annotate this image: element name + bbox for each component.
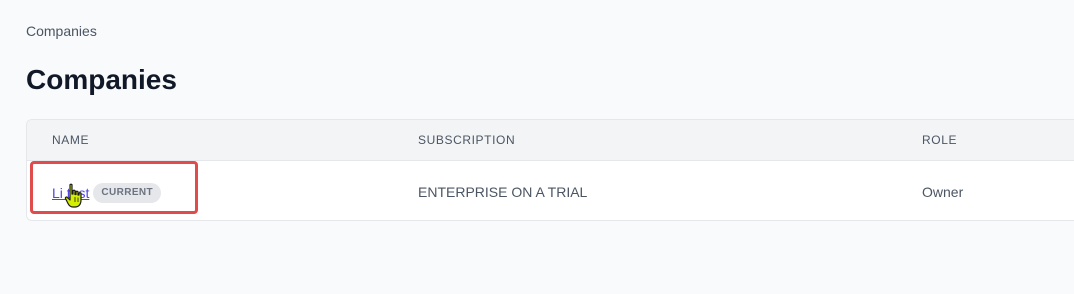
breadcrumb[interactable]: Companies [26,22,97,40]
company-link[interactable]: Li test [52,184,89,202]
table-header: NAME SUBSCRIPTION ROLE [27,120,1074,161]
page-title: Companies [26,64,177,95]
role-cell: Owner [922,184,964,200]
company-name-cell: Li test CURRENT [52,183,162,203]
column-header-name: NAME [52,133,90,147]
breadcrumb-item-companies[interactable]: Companies [26,23,97,39]
column-header-subscription: SUBSCRIPTION [418,133,516,147]
companies-table: NAME SUBSCRIPTION ROLE Li test CURRENT E… [26,119,1074,221]
column-header-role: ROLE [922,133,958,147]
current-badge: CURRENT [93,183,162,203]
subscription-cell: ENTERPRISE ON A TRIAL [418,184,588,200]
table-row: Li test CURRENT ENTERPRISE ON A TRIAL Ow… [27,161,1074,220]
